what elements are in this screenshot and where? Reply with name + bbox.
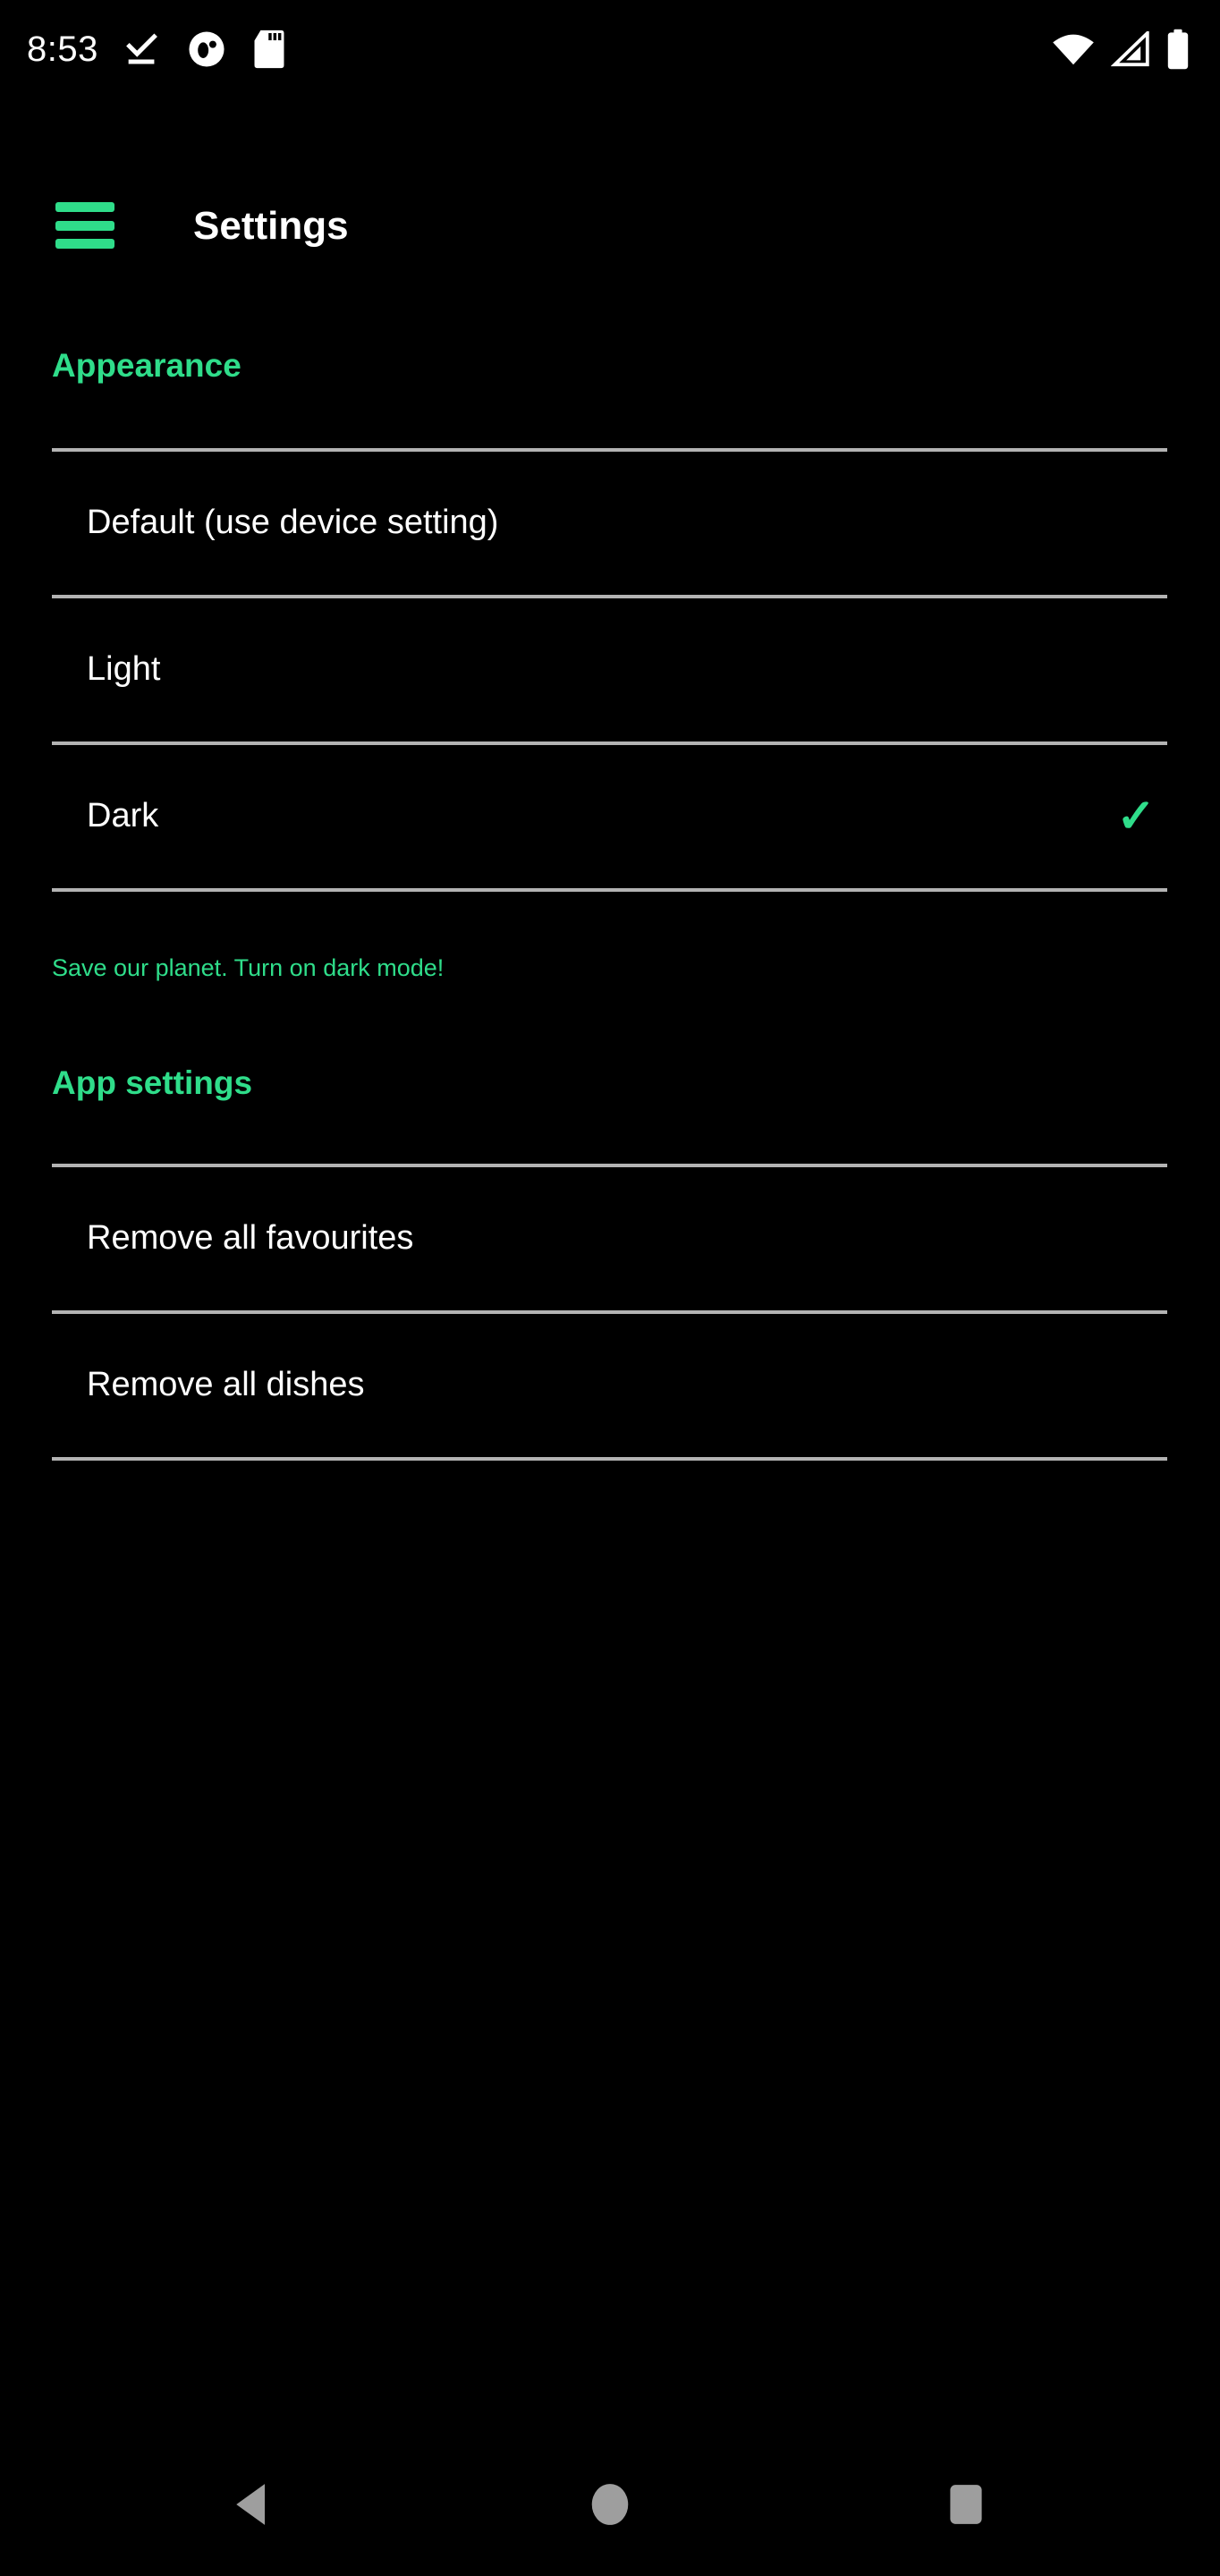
divider xyxy=(52,1457,1167,1461)
status-bar-left-group: 8:53 xyxy=(27,0,288,98)
app-bar: Settings xyxy=(0,170,1220,286)
app-notification-icon xyxy=(189,31,225,67)
page-title: Settings xyxy=(193,204,349,248)
navigation-bar xyxy=(0,2433,1220,2576)
wifi-icon xyxy=(1053,34,1094,65)
remove-all-favourites-row[interactable]: Remove all favourites xyxy=(0,1167,1220,1310)
cellular-signal-icon xyxy=(1111,31,1149,67)
back-triangle-icon[interactable] xyxy=(225,2476,283,2533)
theme-option-default[interactable]: Default (use device setting) xyxy=(0,452,1220,595)
section-header-appearance: Appearance xyxy=(52,347,241,384)
status-bar: 8:53 xyxy=(0,0,1220,98)
list-item-label: Dark xyxy=(87,797,159,835)
theme-option-dark[interactable]: Dark ✓ xyxy=(0,745,1220,888)
list-item-label: Default (use device setting) xyxy=(87,504,499,542)
status-bar-clock: 8:53 xyxy=(27,30,98,69)
hamburger-bar-bottom xyxy=(55,239,114,249)
dark-mode-hint: Save our planet. Turn on dark mode! xyxy=(52,954,445,981)
theme-option-light[interactable]: Light xyxy=(0,598,1220,741)
status-bar-right-group xyxy=(1052,0,1190,98)
list-item-label: Remove all dishes xyxy=(87,1366,365,1404)
checkmark-icon: ✓ xyxy=(1116,791,1156,843)
list-item-label: Remove all favourites xyxy=(87,1219,414,1258)
hamburger-menu-icon[interactable] xyxy=(55,202,114,249)
settings-content: Appearance Default (use device setting) … xyxy=(0,295,1220,1461)
hamburger-bar-middle xyxy=(55,220,114,231)
sd-card-icon xyxy=(254,30,284,69)
phone-screen: 8:53 Settings Appearance Default (use de… xyxy=(0,0,1220,2576)
recents-square-icon[interactable] xyxy=(937,2476,995,2533)
list-item-label: Light xyxy=(87,650,161,689)
battery-icon xyxy=(1167,29,1189,70)
remove-all-dishes-row[interactable]: Remove all dishes xyxy=(0,1314,1220,1457)
section-header-app-settings: App settings xyxy=(52,1064,253,1101)
home-circle-icon[interactable] xyxy=(581,2476,639,2533)
hamburger-bar-top xyxy=(55,202,114,212)
download-done-icon xyxy=(125,33,157,64)
